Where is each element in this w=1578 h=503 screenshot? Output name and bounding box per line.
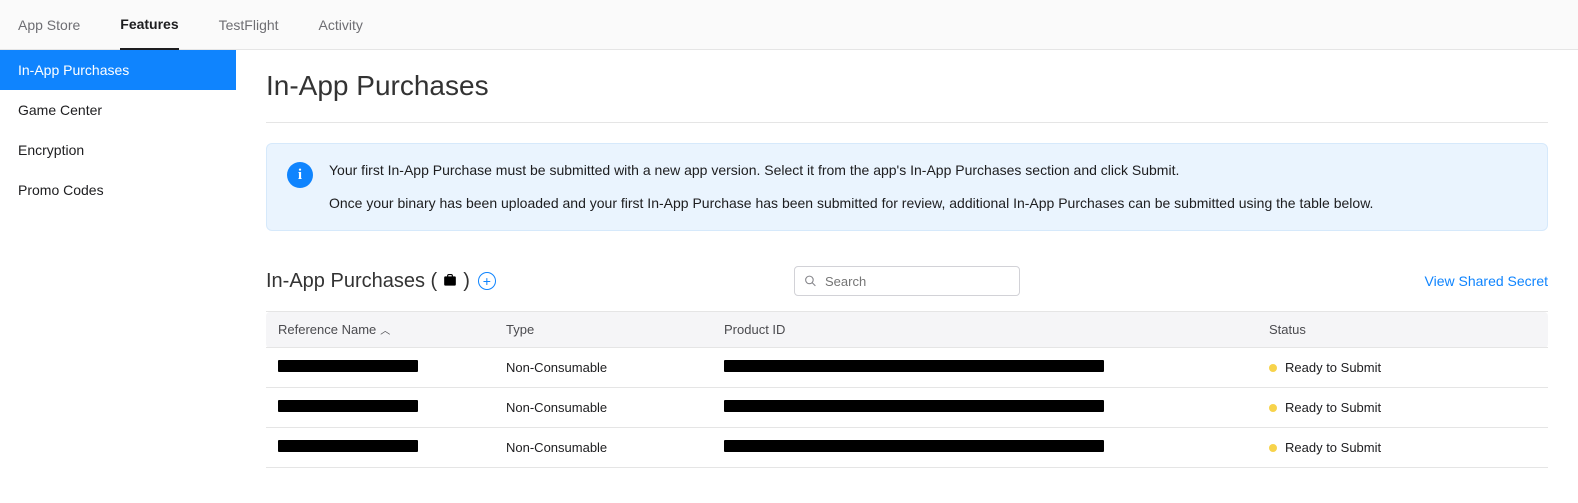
sidebar-item-encryption[interactable]: Encryption xyxy=(0,130,236,170)
topnav-activity[interactable]: Activity xyxy=(319,0,363,50)
info-box: i Your first In-App Purchase must be sub… xyxy=(266,143,1548,231)
status-dot-icon xyxy=(1269,364,1277,372)
search-container xyxy=(794,266,1020,296)
status-dot-icon xyxy=(1269,444,1277,452)
topnav-app-store[interactable]: App Store xyxy=(18,0,80,50)
product-id-redacted xyxy=(724,440,1104,452)
view-shared-secret-link[interactable]: View Shared Secret xyxy=(1425,273,1548,289)
table-row[interactable]: Non-Consumable Ready to Submit xyxy=(266,348,1548,388)
status-text: Ready to Submit xyxy=(1285,440,1381,455)
topnav-testflight[interactable]: TestFlight xyxy=(219,0,279,50)
sidebar-item-game-center[interactable]: Game Center xyxy=(0,90,236,130)
sort-caret-icon: ︿ xyxy=(380,326,390,337)
status-text: Ready to Submit xyxy=(1285,400,1381,415)
sidebar-item-promo-codes[interactable]: Promo Codes xyxy=(0,170,236,210)
table-row[interactable]: Non-Consumable Ready to Submit xyxy=(266,388,1548,428)
product-id-redacted xyxy=(724,400,1104,412)
reference-name-redacted xyxy=(278,360,418,372)
col-type[interactable]: Type xyxy=(494,312,712,348)
info-line-1: Your first In-App Purchase must be submi… xyxy=(329,160,1373,181)
col-product-id[interactable]: Product ID xyxy=(712,312,1257,348)
section-title: In-App Purchases ( ) xyxy=(266,270,470,293)
reference-name-redacted xyxy=(278,400,418,412)
sidebar-item-iap[interactable]: In-App Purchases xyxy=(0,50,236,90)
col-status[interactable]: Status xyxy=(1257,312,1548,348)
reference-name-redacted xyxy=(278,440,418,452)
bag-icon xyxy=(443,274,457,288)
status-text: Ready to Submit xyxy=(1285,360,1381,375)
top-nav: App Store Features TestFlight Activity xyxy=(0,0,1578,50)
iap-table: Reference Name︿ Type Product ID Status N… xyxy=(266,311,1548,468)
section-header: In-App Purchases ( ) + View Shared Secre… xyxy=(266,265,1548,297)
main-content: In-App Purchases i Your first In-App Pur… xyxy=(236,50,1578,488)
sidebar: In-App Purchases Game Center Encryption … xyxy=(0,50,236,488)
col-reference-name[interactable]: Reference Name︿ xyxy=(266,312,494,348)
type-cell: Non-Consumable xyxy=(494,388,712,428)
info-line-2: Once your binary has been uploaded and y… xyxy=(329,193,1373,214)
add-iap-button[interactable]: + xyxy=(478,272,496,290)
search-icon xyxy=(804,275,817,288)
page-title: In-App Purchases xyxy=(266,70,1548,102)
info-icon: i xyxy=(287,162,313,188)
table-row[interactable]: Non-Consumable Ready to Submit xyxy=(266,428,1548,468)
type-cell: Non-Consumable xyxy=(494,428,712,468)
status-dot-icon xyxy=(1269,404,1277,412)
product-id-redacted xyxy=(724,360,1104,372)
topnav-features[interactable]: Features xyxy=(120,0,178,50)
type-cell: Non-Consumable xyxy=(494,348,712,388)
search-input[interactable] xyxy=(794,266,1020,296)
